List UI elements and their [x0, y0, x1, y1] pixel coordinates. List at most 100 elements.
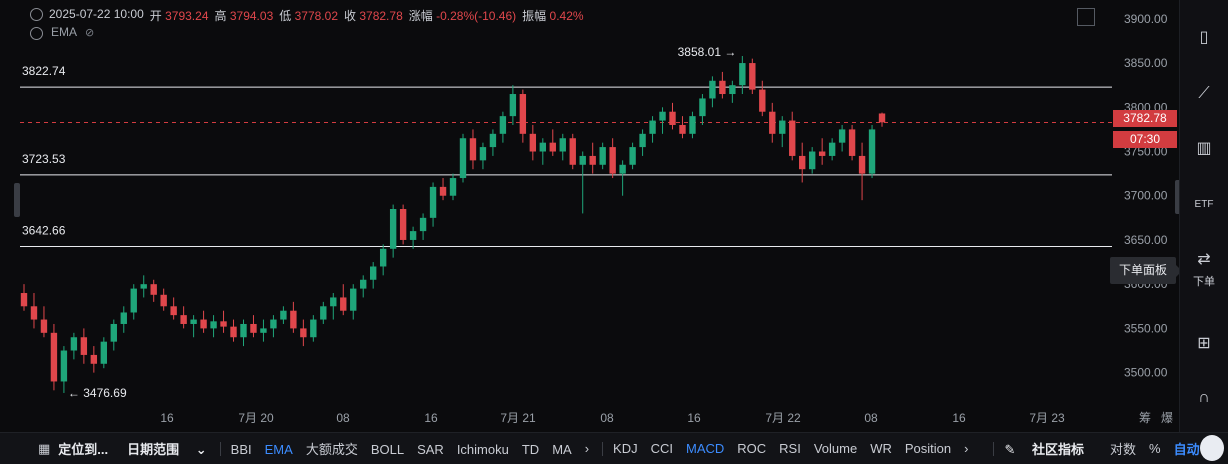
- fullscreen-icon[interactable]: [1077, 8, 1095, 26]
- left-collapse-handle[interactable]: [14, 183, 20, 217]
- edit-icon: ✎: [1004, 442, 1016, 457]
- axis-toggle-label[interactable]: 筹: [1139, 411, 1151, 425]
- order-icon[interactable]: ⇄: [1194, 250, 1214, 270]
- auto-scale-toggle[interactable]: 自动: [1174, 439, 1200, 458]
- candle-body: [30, 306, 38, 320]
- indicator-name[interactable]: EMA: [51, 25, 77, 39]
- indicator-wr[interactable]: WR: [870, 441, 892, 456]
- indicator-macd[interactable]: MACD: [686, 441, 724, 456]
- avatar[interactable]: [1200, 435, 1224, 461]
- goto-button[interactable]: 定位到...: [58, 439, 108, 458]
- indicator-boll[interactable]: BOLL: [371, 442, 404, 457]
- time-tick-label: 7月 23: [1029, 411, 1065, 425]
- price-tick-label: 3850.00: [1124, 56, 1168, 70]
- candle-body: [799, 155, 806, 170]
- candle-body: [190, 319, 197, 324]
- candle-body: [250, 323, 257, 333]
- more-sub-indicators-icon[interactable]: ›: [964, 441, 968, 456]
- hide-eye-icon[interactable]: ⊘: [85, 26, 94, 39]
- indicator-td[interactable]: TD: [522, 442, 539, 457]
- high-value: 3794.03: [229, 9, 274, 23]
- candle-body: [120, 312, 127, 324]
- candle-body: [200, 319, 207, 329]
- indicator-sar[interactable]: SAR: [417, 442, 444, 457]
- headset-icon[interactable]: ∩: [1194, 388, 1214, 408]
- candle-body: [100, 341, 108, 364]
- candle-body: [609, 147, 616, 174]
- indicator-大额成交[interactable]: 大额成交: [306, 442, 358, 457]
- contract-icon[interactable]: ▯: [1194, 28, 1214, 48]
- low-label: 低: [279, 9, 292, 23]
- candle-body: [300, 328, 307, 338]
- candle-body: [20, 293, 28, 307]
- chart-area[interactable]: 3822.74 3723.53 3642.66 3900.00 3850.00 3800…: [0, 0, 1182, 432]
- low-annotation: ← 3476.69: [68, 386, 127, 400]
- indicator-volume[interactable]: Volume: [814, 441, 857, 456]
- time-tick-label: 7月 21: [500, 411, 536, 425]
- bar-chart-icon[interactable]: ▥: [1194, 139, 1214, 159]
- price-tick-label: 3500.00: [1124, 366, 1168, 380]
- indicator-kdj[interactable]: KDJ: [613, 441, 638, 456]
- candle-body: [559, 138, 566, 152]
- candlestick-chart[interactable]: 3822.743723.533642.66 3900.003850.003800…: [0, 0, 1180, 432]
- community-indicators-button[interactable]: ✎ 社区指标: [1004, 439, 1097, 458]
- bottom-toolbar: ▦ 定位到... 日期范围 ⌄ BBI EMA 大额成交 BOLL SAR Ichimok…: [0, 432, 1228, 464]
- indicator-cci[interactable]: CCI: [651, 441, 673, 456]
- candle-body: [399, 209, 407, 240]
- time-tick-label: 16: [160, 411, 174, 425]
- candle-body: [350, 288, 357, 311]
- candle-body: [140, 284, 147, 289]
- indicator-ichimoku[interactable]: Ichimoku: [457, 442, 509, 457]
- candle-body: [699, 98, 706, 117]
- axis-toggle-label[interactable]: 爆: [1161, 411, 1173, 425]
- layout-icon[interactable]: ⊞: [1194, 334, 1214, 354]
- candle-body: [848, 129, 856, 156]
- level-label: 3642.66: [22, 223, 66, 237]
- low-value: 3778.02: [294, 9, 338, 23]
- candle-body: [679, 124, 686, 134]
- candle-body: [389, 209, 397, 249]
- candle-body: [649, 120, 656, 134]
- candle-body: [270, 319, 277, 329]
- indicator-bbi[interactable]: BBI: [231, 442, 252, 457]
- candle-body: [439, 186, 447, 196]
- indicator-ma[interactable]: MA: [552, 442, 572, 457]
- indicator-roc[interactable]: ROC: [737, 441, 766, 456]
- main-indicators: BBI EMA 大额成交 BOLL SAR Ichimoku TD MA: [231, 439, 585, 458]
- candle-body: [878, 113, 886, 123]
- time-tick-label: 08: [600, 411, 614, 425]
- candle-body: [709, 80, 716, 99]
- candle-body: [689, 116, 696, 134]
- time-tick-label: 7月 22: [765, 411, 801, 425]
- candle-body: [469, 138, 477, 161]
- candle-body: [808, 151, 816, 170]
- candle-body: [828, 142, 836, 156]
- etf-icon[interactable]: ETF: [1194, 195, 1214, 215]
- trend-icon[interactable]: ⟋: [1194, 84, 1214, 104]
- indicator-position[interactable]: Position: [905, 441, 951, 456]
- open-label: 开: [149, 9, 162, 23]
- candle-body: [868, 129, 876, 174]
- price-tick-label: 3900.00: [1124, 12, 1168, 26]
- change-value: -0.28%(-10.46): [436, 9, 517, 23]
- candle-body: [779, 120, 786, 134]
- collapse-indicators-icon[interactable]: [30, 26, 43, 40]
- log-scale-toggle[interactable]: 对数: [1110, 439, 1136, 458]
- time-tick-label: 16: [687, 411, 701, 425]
- candle-body: [549, 142, 556, 152]
- candle-body: [669, 111, 676, 125]
- calendar-icon[interactable]: ▦: [38, 441, 50, 457]
- indicator-ema[interactable]: EMA: [265, 442, 293, 457]
- candle-body: [220, 321, 227, 327]
- collapse-icon[interactable]: [30, 8, 43, 21]
- indicator-rsi[interactable]: RSI: [779, 441, 801, 456]
- candle-body: [60, 350, 68, 382]
- more-main-indicators-icon[interactable]: ›: [585, 441, 589, 456]
- percent-scale-toggle[interactable]: %: [1149, 441, 1161, 456]
- order-label[interactable]: 下单: [1184, 273, 1224, 289]
- candle-body: [419, 217, 427, 232]
- date-range-dropdown[interactable]: 日期范围 ⌄: [127, 439, 207, 458]
- time-tick-label: 7月 20: [238, 411, 274, 425]
- countdown-tag: 07:30: [1113, 131, 1177, 148]
- close-label: 收: [344, 9, 357, 23]
